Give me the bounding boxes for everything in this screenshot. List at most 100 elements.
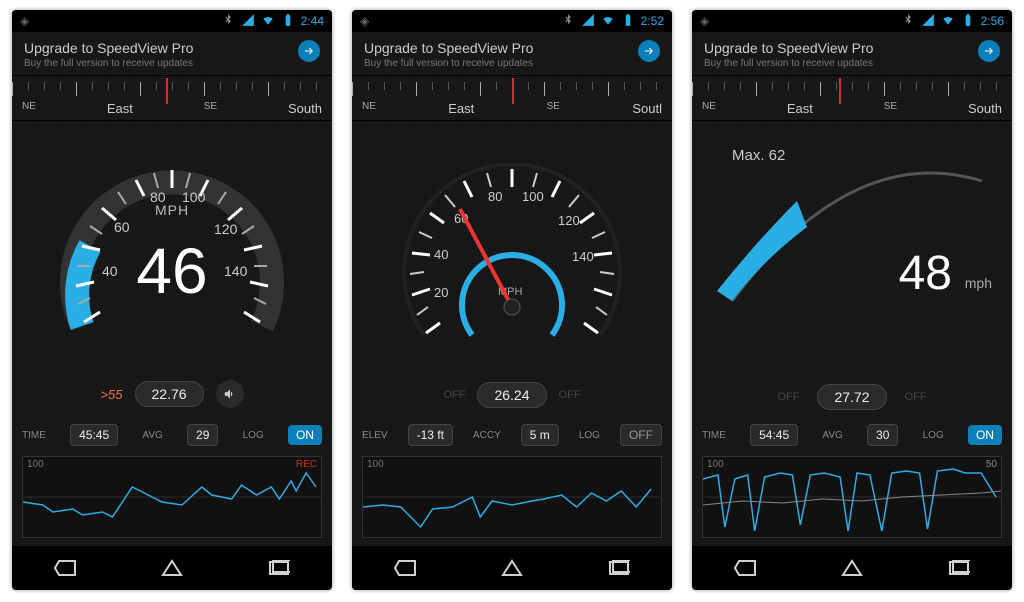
compass-strip[interactable]: NE East SE South (12, 76, 332, 121)
compass-strip[interactable]: NE East SE South (692, 76, 1012, 121)
compass-se: SE (547, 101, 560, 116)
bluetooth-icon (221, 13, 235, 30)
compass-ne: NE (702, 101, 716, 116)
stat-time-value[interactable]: 54:45 (750, 424, 798, 446)
stat-label-log: LOG (923, 430, 944, 441)
log-toggle[interactable]: ON (288, 425, 322, 445)
stat-label-elev: ELEV (362, 430, 388, 441)
status-time: 2:56 (981, 14, 1004, 28)
android-navbar (692, 546, 1012, 590)
gps-icon: ◈ (360, 14, 369, 28)
hud-unit-label: mph (965, 275, 992, 291)
status-time: 2:44 (301, 14, 324, 28)
speedometer-gauge[interactable]: 20 40 60 80 100 120 140 MPH (352, 121, 672, 392)
nav-recent-button[interactable] (939, 556, 979, 580)
stat-accy-value[interactable]: 5 m (521, 424, 559, 446)
phone-screen-2: ◈ 2:52 Upgrade to SpeedView Pro Buy the … (352, 10, 672, 590)
banner-subtitle: Buy the full version to receive updates (364, 58, 533, 69)
compass-ne: NE (22, 101, 36, 116)
status-time: 2:52 (641, 14, 664, 28)
stat-label-log: LOG (579, 430, 600, 441)
graph-rec-indicator: REC (296, 459, 317, 470)
svg-text:40: 40 (434, 247, 448, 262)
nav-home-button[interactable] (152, 556, 192, 580)
status-bar: ◈ 2:56 (692, 10, 1012, 32)
compass-se: SE (204, 101, 217, 116)
wifi-icon (261, 13, 275, 30)
nav-back-button[interactable] (385, 556, 425, 580)
upgrade-banner[interactable]: Upgrade to SpeedView Pro Buy the full ve… (12, 32, 332, 76)
svg-text:80: 80 (488, 189, 502, 204)
nav-back-button[interactable] (725, 556, 765, 580)
banner-subtitle: Buy the full version to receive updates (24, 58, 193, 69)
off-label-right: OFF (905, 391, 927, 403)
upgrade-banner[interactable]: Upgrade to SpeedView Pro Buy the full ve… (692, 32, 1012, 76)
stat-label-avg: AVG (142, 430, 162, 441)
phone-screen-3: ◈ 2:56 Upgrade to SpeedView Pro Buy the … (692, 10, 1012, 590)
banner-title: Upgrade to SpeedView Pro (364, 40, 533, 56)
stats-row: TIME 45:45 AVG 29 LOG ON (12, 418, 332, 452)
stat-label-time: TIME (22, 430, 46, 441)
compass-south: South (288, 101, 322, 116)
banner-arrow-icon[interactable] (298, 40, 320, 62)
stat-label-accy: ACCY (473, 430, 501, 441)
stat-elev-value[interactable]: -13 ft (408, 424, 453, 446)
gauge-svg: 20 40 60 80 100 120 140 MPH (382, 147, 642, 367)
svg-text:140: 140 (224, 263, 248, 279)
wifi-icon (601, 13, 615, 30)
nav-back-button[interactable] (45, 556, 85, 580)
banner-arrow-icon[interactable] (638, 40, 660, 62)
stat-time-value[interactable]: 45:45 (70, 424, 118, 446)
app-content: Upgrade to SpeedView Pro Buy the full ve… (352, 32, 672, 546)
gps-icon: ◈ (20, 14, 29, 28)
stat-avg-value[interactable]: 29 (187, 424, 218, 446)
hud-display[interactable]: Max. 62 48 mph OFF 27.72 OFF (692, 121, 1012, 418)
compass-south: Soutl (632, 101, 662, 116)
svg-text:120: 120 (558, 213, 580, 228)
compass-se: SE (884, 101, 897, 116)
graph-scale-right: 50 (986, 459, 997, 470)
nav-recent-button[interactable] (599, 556, 639, 580)
log-toggle[interactable]: ON (968, 425, 1002, 445)
status-bar: ◈ 2:52 (352, 10, 672, 32)
compass-strip[interactable]: NE East SE Soutl (352, 76, 672, 121)
signal-icon (921, 13, 935, 30)
stats-row: TIME 54:45 AVG 30 LOG ON (692, 418, 1012, 452)
compass-east: East (787, 101, 813, 116)
speed-graph[interactable]: 100 50 (702, 456, 1002, 538)
log-toggle[interactable]: OFF (620, 424, 662, 446)
distance-pill[interactable]: 27.72 (817, 384, 886, 410)
wifi-icon (941, 13, 955, 30)
speed-graph[interactable]: 100 REC (22, 456, 322, 538)
stat-avg-value[interactable]: 30 (867, 424, 898, 446)
speedometer-gauge[interactable]: 40 60 80 100 120 140 MPH 46 (12, 121, 332, 390)
banner-title: Upgrade to SpeedView Pro (704, 40, 873, 56)
android-navbar (12, 546, 332, 590)
nav-home-button[interactable] (492, 556, 532, 580)
svg-text:40: 40 (102, 263, 118, 279)
compass-south: South (968, 101, 1002, 116)
svg-text:20: 20 (434, 285, 448, 300)
speed-graph[interactable]: 100 (362, 456, 662, 538)
app-content: Upgrade to SpeedView Pro Buy the full ve… (12, 32, 332, 546)
android-navbar (352, 546, 672, 590)
battery-icon (621, 13, 635, 30)
compass-east: East (107, 101, 133, 116)
graph-yscale: 100 (367, 459, 384, 470)
upgrade-banner[interactable]: Upgrade to SpeedView Pro Buy the full ve… (352, 32, 672, 76)
status-bar: ◈ 2:44 (12, 10, 332, 32)
battery-icon (961, 13, 975, 30)
svg-text:140: 140 (572, 249, 594, 264)
nav-recent-button[interactable] (259, 556, 299, 580)
graph-yscale: 100 (27, 459, 44, 470)
app-content: Upgrade to SpeedView Pro Buy the full ve… (692, 32, 1012, 546)
unit-label: MPH (155, 202, 189, 218)
nav-home-button[interactable] (832, 556, 872, 580)
svg-text:120: 120 (214, 221, 238, 237)
phone-screen-1: ◈ 2:44 Upgrade to SpeedView Pro Buy the … (12, 10, 332, 590)
banner-arrow-icon[interactable] (978, 40, 1000, 62)
speed-value: 46 (136, 239, 207, 303)
bluetooth-icon (561, 13, 575, 30)
graph-yscale: 100 (707, 459, 724, 470)
hud-speed-value: 48 (899, 246, 952, 301)
